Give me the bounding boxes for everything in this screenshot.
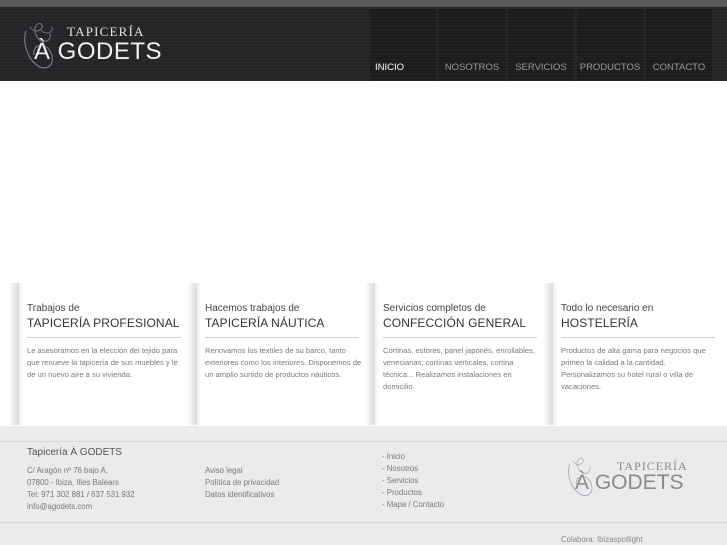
- aviso-legal-link[interactable]: Aviso legal: [205, 465, 279, 477]
- phone-line: Tel: 971 302 881 / 637 531 932: [27, 490, 135, 499]
- site-header: TAPICERÍA À GODETS INICIO NOSOTROS SERVI…: [0, 7, 727, 81]
- service-kicker: Hacemos trabajos de: [205, 303, 300, 314]
- nav-item-servicios[interactable]: SERVICIOS: [508, 9, 574, 81]
- nav-label: CONTACTO: [652, 62, 706, 73]
- service-kicker: Servicios completos de: [383, 303, 486, 314]
- column-edge: [375, 283, 380, 425]
- footer-link-nosotros[interactable]: - Nosotros: [382, 463, 444, 475]
- service-confeccion-general[interactable]: Servicios completos de CONFECCIÓN GENERA…: [365, 283, 555, 425]
- service-description: Productos de alta gama para negocios que…: [561, 346, 706, 391]
- column-edge: [365, 283, 375, 425]
- nav-item-productos[interactable]: PRODUCTOS: [577, 9, 643, 81]
- service-tapiceria-nautica[interactable]: Hacemos trabajos de TAPICERÍA NÁUTICA Re…: [187, 283, 377, 425]
- divider: [561, 337, 715, 338]
- column-edge: [19, 283, 24, 425]
- service-title: HOSTELERÍA: [561, 316, 639, 330]
- hero-banner: [0, 81, 727, 281]
- address-line: C/ Aragón nº 76 bajo A,: [27, 466, 108, 475]
- footer-logo-line-2: À GODETS: [575, 471, 684, 494]
- column-edge: [187, 283, 197, 425]
- service-title: TAPICERÍA PROFESIONAL: [27, 316, 180, 330]
- service-title: CONFECCIÓN GENERAL: [383, 316, 527, 330]
- divider: [205, 337, 359, 338]
- column-edge: [197, 283, 202, 425]
- collaborator-link[interactable]: Colabora: Ibizaspotlight: [561, 535, 642, 544]
- service-title: TAPICERÍA NÁUTICA: [205, 316, 325, 330]
- footer-divider: [0, 441, 727, 442]
- footer-link-inicio[interactable]: - Inicio: [382, 451, 444, 463]
- service-hosteleria[interactable]: Todo lo necesario en HOSTELERÍA Producto…: [543, 283, 727, 425]
- footer-divider: [0, 522, 727, 523]
- identification-data-link[interactable]: Datos identificativos: [205, 489, 279, 501]
- column-edge: [9, 283, 19, 425]
- logo-line-2: À GODETS: [34, 38, 163, 65]
- footer-logo[interactable]: TAPICERÍA À GODETS: [562, 456, 702, 500]
- nav-label: SERVICIOS: [515, 62, 567, 73]
- nav-item-contacto[interactable]: CONTACTO: [646, 9, 712, 81]
- site-footer: Tapicería À GODETS C/ Aragón nº 76 bajo …: [0, 426, 727, 545]
- column-edge: [553, 283, 558, 425]
- service-tapiceria-profesional[interactable]: Trabajos de TAPICERÍA PROFESIONAL Le ase…: [9, 283, 199, 425]
- service-kicker: Todo lo necesario en: [561, 303, 654, 314]
- nav-label: INICIO: [375, 62, 405, 73]
- footer-sitemap: - Inicio - Nosotros - Servicios - Produc…: [382, 451, 444, 511]
- footer-company-name: Tapicería À GODETS: [27, 447, 123, 458]
- footer-legal-links: Aviso legal Política de privacidad Datos…: [205, 465, 279, 501]
- nav-item-inicio[interactable]: INICIO: [370, 9, 436, 81]
- address-line: 07800 - Ibiza, Illes Balears: [27, 478, 119, 487]
- service-description: Renovamos los textiles de su barco, tant…: [205, 346, 362, 379]
- privacy-policy-link[interactable]: Política de privacidad: [205, 477, 279, 489]
- footer-link-mapa-contacto[interactable]: - Mapa / Contacto: [382, 499, 444, 511]
- footer-link-servicios[interactable]: - Servicios: [382, 475, 444, 487]
- nav-item-nosotros[interactable]: NOSOTROS: [439, 9, 505, 81]
- footer-address: C/ Aragón nº 76 bajo A, 07800 - Ibiza, I…: [27, 465, 135, 513]
- service-description: Cortinas, estores, panel japonés, enroll…: [383, 346, 535, 391]
- column-edge: [543, 283, 553, 425]
- divider: [383, 337, 537, 338]
- top-strip: [0, 0, 727, 7]
- email-link[interactable]: info@agodets.com: [27, 501, 135, 513]
- divider: [27, 337, 181, 338]
- footer-link-productos[interactable]: - Productos: [382, 487, 444, 499]
- service-description: Le asesoramos en la elección del tejido …: [27, 346, 178, 379]
- site-logo[interactable]: TAPICERÍA À GODETS: [20, 21, 170, 73]
- nav-label: NOSOTROS: [444, 62, 500, 73]
- service-kicker: Trabajos de: [27, 303, 80, 314]
- nav-label: PRODUCTOS: [579, 62, 641, 73]
